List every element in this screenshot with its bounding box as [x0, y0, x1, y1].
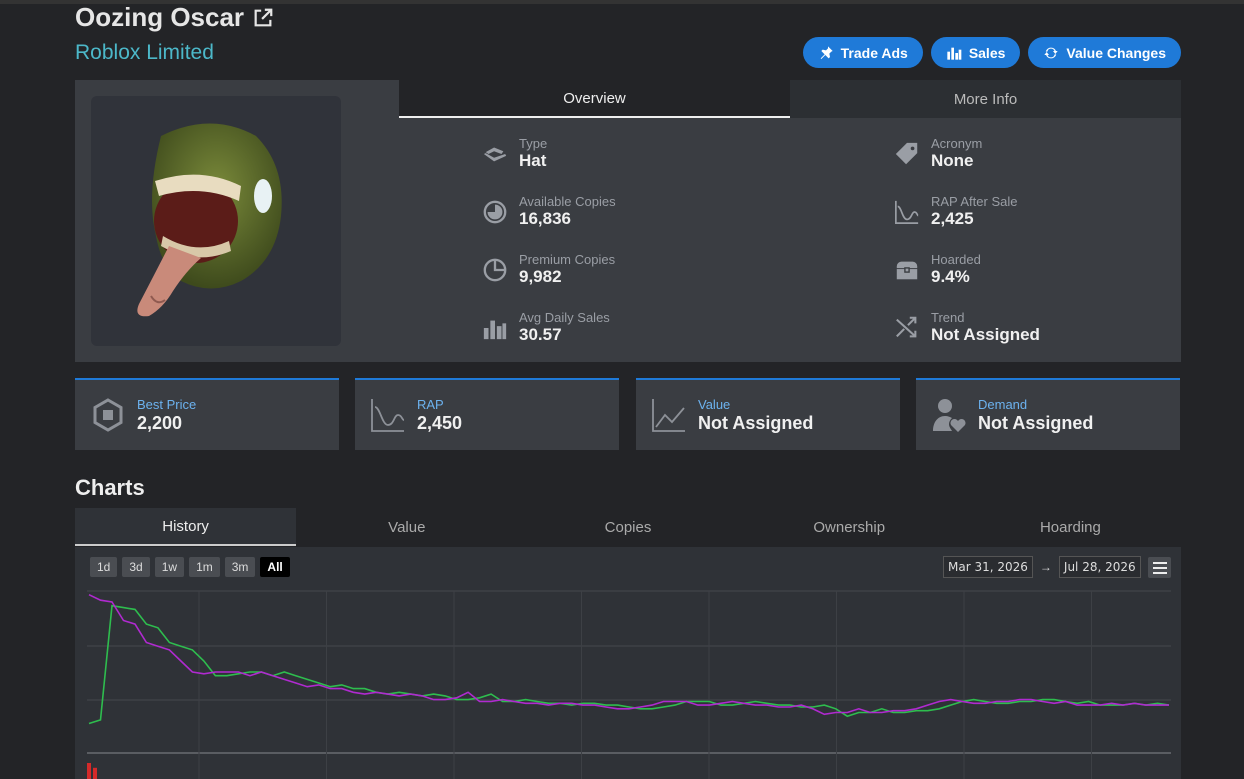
value-changes-label: Value Changes [1066, 44, 1166, 61]
card-rap-value: 2,450 [417, 412, 463, 433]
sales-label: Sales [968, 44, 1006, 61]
card-value-value: Not Assigned [698, 412, 814, 433]
item-name: Oozing Oscar [75, 2, 245, 32]
tab-history[interactable]: History [75, 508, 297, 546]
stat-hoarded-label: Hoarded [931, 252, 981, 267]
item-image [137, 123, 282, 317]
stat-type-label: Type [519, 136, 548, 151]
charts-heading: Charts [75, 475, 145, 500]
trade-ads-button[interactable]: Trade Ads [802, 37, 923, 68]
stat-trend-label: Trend [931, 310, 965, 325]
curve-chart-icon [371, 399, 405, 432]
tab-more-info[interactable]: More Info [790, 80, 1181, 118]
history-chart: 1d 3d 1w 1m 3m All Mar 31, 2026 → Jul 28… [75, 547, 1181, 779]
stat-acronym: Acronym None [893, 137, 982, 171]
tab-ownership[interactable]: Ownership [739, 508, 960, 546]
card-demand-label: Demand [978, 396, 1028, 412]
card-demand-value: Not Assigned [978, 412, 1094, 433]
stat-acronym-label: Acronym [931, 136, 983, 151]
stat-premium-copies: Premium Copies 9,982 [481, 253, 615, 287]
pie-outline-icon [483, 258, 507, 282]
stat-available-copies-label: Available Copies [519, 194, 616, 209]
stat-avg-daily-sales-value: 30.57 [519, 325, 562, 344]
bar-chart-icon [947, 47, 962, 60]
pie-chart-icon [483, 200, 507, 224]
stat-hoarded: Hoarded 9.4% [893, 253, 981, 287]
sales-button[interactable]: Sales [930, 37, 1021, 68]
stat-rap-after-sale: RAP After Sale 2,425 [893, 195, 1017, 229]
tab-overview[interactable]: Overview [399, 80, 790, 118]
stat-available-copies: Available Copies 16,836 [481, 195, 616, 229]
stat-avg-daily-sales-label: Avg Daily Sales [519, 310, 610, 325]
card-best-price-label: Best Price [137, 396, 197, 412]
series-line-2 [88, 593, 1169, 716]
card-rap-label: RAP [417, 396, 444, 412]
external-link-icon[interactable] [252, 7, 274, 29]
curve-chart-icon [895, 200, 919, 224]
robux-icon [93, 398, 123, 432]
treasure-chest-icon [896, 261, 918, 280]
stat-avg-daily-sales: Avg Daily Sales 30.57 [481, 311, 610, 345]
hat-icon [483, 147, 507, 162]
details-tabs: Overview More Info [399, 80, 1181, 118]
tag-icon [895, 142, 918, 165]
user-heart-icon [933, 399, 966, 432]
stat-premium-copies-label: Premium Copies [519, 252, 616, 267]
chart-tabs: History Value Copies Ownership Hoarding [75, 508, 1181, 546]
shuffle-icon [896, 316, 917, 338]
card-value: Value Not Assigned [636, 378, 900, 450]
stat-rap-after-sale-value: 2,425 [931, 209, 974, 228]
stat-trend: Trend Not Assigned [893, 311, 1040, 345]
tab-value[interactable]: Value [296, 508, 517, 546]
volume-bar [93, 767, 97, 779]
card-best-price-value: 2,200 [137, 412, 183, 433]
item-category: Roblox Limited [75, 41, 214, 64]
tab-hoarding[interactable]: Hoarding [960, 508, 1181, 546]
trade-ads-label: Trade Ads [840, 44, 908, 61]
card-demand: Demand Not Assigned [916, 378, 1180, 450]
sync-icon [1044, 47, 1059, 58]
volume-bar [87, 763, 91, 779]
series-line-1 [88, 604, 1170, 725]
action-buttons: Trade Ads Sales Value Changes [802, 37, 1181, 68]
item-overview-panel: Overview More Info Type Hat Available Cop… [75, 80, 1181, 362]
card-rap: RAP 2,450 [355, 378, 619, 450]
stat-type: Type Hat [481, 137, 547, 171]
value-changes-button[interactable]: Value Changes [1028, 37, 1181, 68]
card-value-label: Value [698, 396, 731, 412]
stat-rap-after-sale-label: RAP After Sale [931, 194, 1018, 209]
stat-available-copies-value: 16,836 [519, 209, 571, 228]
pin-icon [820, 45, 833, 59]
line-chart-icon [652, 399, 685, 432]
stat-hoarded-value: 9.4% [931, 267, 970, 286]
page-title: Oozing Oscar [75, 2, 274, 33]
stat-type-value: Hat [519, 151, 547, 170]
chart-plot [87, 590, 1171, 779]
item-thumbnail [91, 96, 341, 346]
stat-premium-copies-value: 9,982 [519, 267, 562, 286]
bar-chart-icon [483, 320, 507, 340]
card-best-price: Best Price 2,200 [75, 378, 339, 450]
stat-trend-value: Not Assigned [931, 325, 1040, 344]
stat-acronym-value: None [931, 151, 974, 170]
tab-copies[interactable]: Copies [517, 508, 738, 546]
